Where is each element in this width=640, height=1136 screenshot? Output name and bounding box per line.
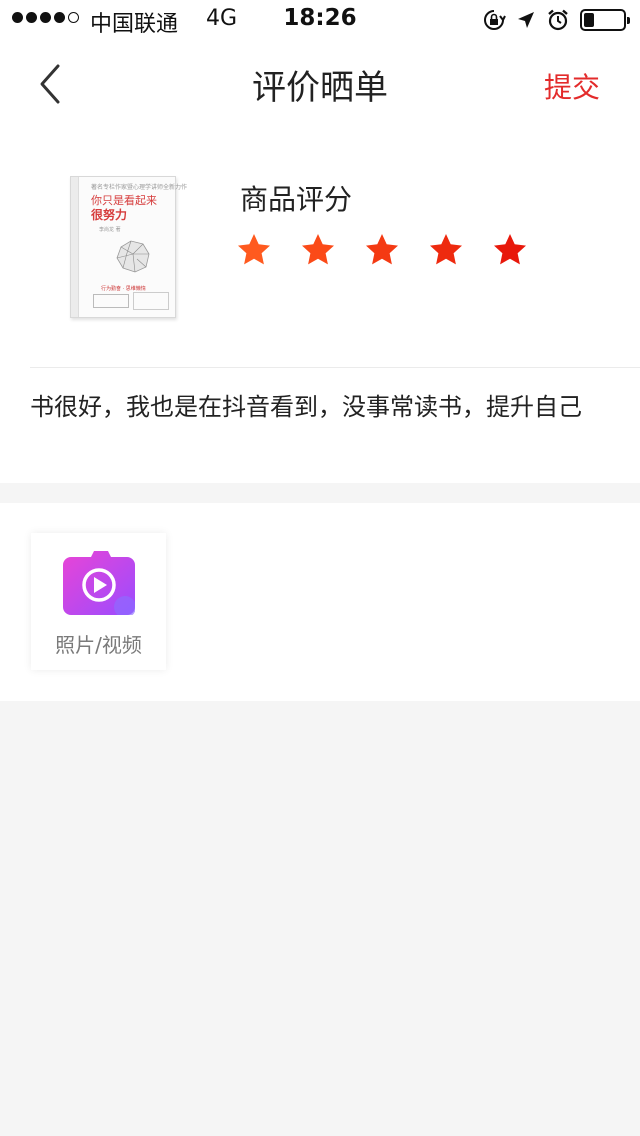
review-text-input[interactable]: 书很好，我也是在抖音看到，没事常读书，提升自己 [30,392,620,422]
battery-icon [580,9,630,31]
star-rating[interactable] [236,232,528,268]
media-upload-section: 照片/视频 [0,503,640,701]
status-bar: 中国联通 4G 18:26 [0,0,640,40]
location-arrow-icon [518,12,534,28]
navigation-bar: 评价晒单 提交 [0,40,640,128]
book-cover-tagline: 行为勤奋 · 思维懒惰 [101,286,146,292]
battery-level-fill [584,13,594,27]
crumpled-paper-illustration [116,240,150,273]
star-icon[interactable] [428,232,464,268]
book-cover-author: 李尚龙 著 [99,227,121,233]
status-icons [482,8,630,32]
add-media-label: 照片/视频 [55,633,142,657]
divider [30,367,640,368]
star-icon[interactable] [236,232,272,268]
star-icon[interactable] [300,232,336,268]
rating-label: 商品评分 [240,183,353,216]
book-cover-blurb [133,292,169,310]
star-icon[interactable] [364,232,400,268]
book-cover-title-line2: 很努力 [91,208,128,222]
alarm-icon [548,9,568,31]
product-image: 著名专栏作家暨心理学讲师全新力作 你只是看起来 很努力 李尚龙 著 行为勤奋 ·… [70,176,187,318]
book-cover-blurb [93,294,129,308]
star-icon[interactable] [492,232,528,268]
submit-button[interactable]: 提交 [544,66,600,106]
add-photo-video-button[interactable]: 照片/视频 [31,533,166,670]
rotation-lock-icon [484,10,506,30]
product-rating-section: 著名专栏作家暨心理学讲师全新力作 你只是看起来 很努力 李尚龙 著 行为勤奋 ·… [0,128,640,483]
book-spine [71,177,79,317]
camera-play-icon [63,551,135,615]
book-cover-top-text: 著名专栏作家暨心理学讲师全新力作 [91,184,188,191]
